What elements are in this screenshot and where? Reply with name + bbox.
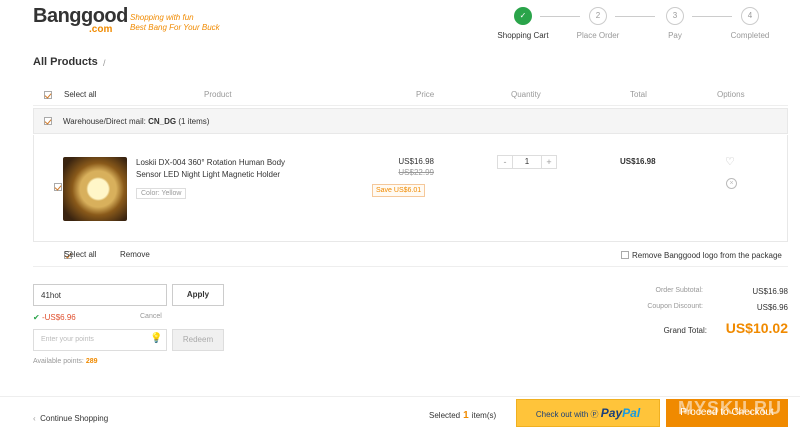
step-2-circle: 2 (589, 7, 607, 25)
bottom-select-all-label[interactable]: Select all (64, 250, 96, 259)
step-3-circle: 3 (666, 7, 684, 25)
coupon-discount: ✔ -US$6.96 (33, 313, 76, 322)
available-points: Available points: 289 (33, 358, 98, 365)
apply-button[interactable]: Apply (172, 284, 224, 306)
watermark: MYSKU.RU (678, 398, 783, 418)
product-price: US$16.98 (398, 157, 434, 166)
quantity-stepper[interactable]: - 1 + (497, 155, 557, 169)
step-1-check-icon: ✓ (514, 7, 532, 25)
redeem-button[interactable]: Redeem (172, 329, 224, 351)
step-1-label: Shopping Cart (497, 31, 549, 40)
delete-icon[interactable]: × (726, 178, 737, 189)
grand-total-label: Grand Total: (663, 326, 707, 335)
product-checkbox[interactable] (54, 183, 63, 191)
remove-logo-label[interactable]: Remove Banggood logo from the package (632, 251, 782, 260)
header-product: Product (204, 90, 232, 99)
divider (33, 266, 788, 267)
coupon-discount-label: Coupon Discount: (647, 303, 703, 310)
step-connector (692, 16, 732, 17)
product-total: US$16.98 (620, 157, 656, 166)
slogan-line-1: Shopping with fun (130, 13, 194, 22)
warehouse-label: Warehouse/Direct mail: CN_DG (1 items) (63, 117, 210, 126)
subtotal-value: US$16.98 (752, 287, 788, 296)
page-title: All Products (33, 56, 98, 68)
points-input[interactable]: Enter your points (33, 329, 167, 351)
banggood-logo[interactable]: Banggood (33, 6, 128, 26)
step-connector (540, 16, 580, 17)
header-total: Total (630, 90, 647, 99)
slogan-line-2: Best Bang For Your Buck (130, 23, 220, 32)
qty-plus-button[interactable]: + (542, 156, 556, 168)
product-image[interactable] (63, 157, 127, 221)
remove-button[interactable]: Remove (120, 250, 150, 259)
step-connector (615, 16, 655, 17)
grand-total-value: US$10.02 (725, 320, 788, 336)
paypal-checkout-button[interactable]: Check out with Ⓟ PayPal (516, 399, 660, 427)
lightbulb-icon[interactable]: 💡 (150, 333, 162, 344)
header-price: Price (416, 90, 435, 99)
select-all-checkbox[interactable] (44, 91, 52, 99)
step-4-label: Completed (730, 31, 770, 40)
warehouse-checkbox[interactable] (44, 117, 52, 125)
cancel-coupon-link[interactable]: Cancel (140, 313, 162, 320)
logo-domain: .com (89, 24, 113, 35)
step-2-label: Place Order (576, 31, 620, 40)
coupon-input[interactable]: 41hot (33, 284, 167, 306)
check-icon: ✔ (33, 313, 40, 322)
product-color-option[interactable]: Color: Yellow (136, 188, 187, 199)
chevron-left-icon: ‹ (33, 414, 36, 423)
coupon-discount-value: US$6.96 (756, 303, 788, 312)
product-name-link[interactable]: Loskii DX-004 360° Rotation Human Body S… (136, 157, 296, 181)
header-options: Options (717, 90, 745, 99)
qty-minus-button[interactable]: - (498, 156, 512, 168)
selected-count: Selected 1 item(s) (429, 410, 497, 421)
paypal-logo-icon: Ⓟ (590, 410, 599, 419)
step-3-label: Pay (668, 31, 682, 40)
heart-icon[interactable]: ♡ (725, 155, 735, 168)
cart-table-header: Select all Product Price Quantity Total … (33, 84, 788, 106)
footer-divider (0, 396, 800, 397)
save-badge: Save US$6.01 (372, 184, 426, 197)
step-4-circle: 4 (741, 7, 759, 25)
continue-shopping-link[interactable]: ‹ Continue Shopping (33, 414, 108, 423)
subtotal-label: Order Subtotal: (655, 287, 703, 294)
remove-logo-checkbox[interactable] (621, 251, 629, 259)
product-old-price: US$22.99 (398, 168, 434, 177)
select-all-label[interactable]: Select all (64, 90, 96, 99)
qty-input[interactable]: 1 (512, 156, 542, 168)
warehouse-code: CN_DG (148, 117, 177, 126)
title-separator: / (103, 58, 106, 68)
header-quantity: Quantity (511, 90, 541, 99)
